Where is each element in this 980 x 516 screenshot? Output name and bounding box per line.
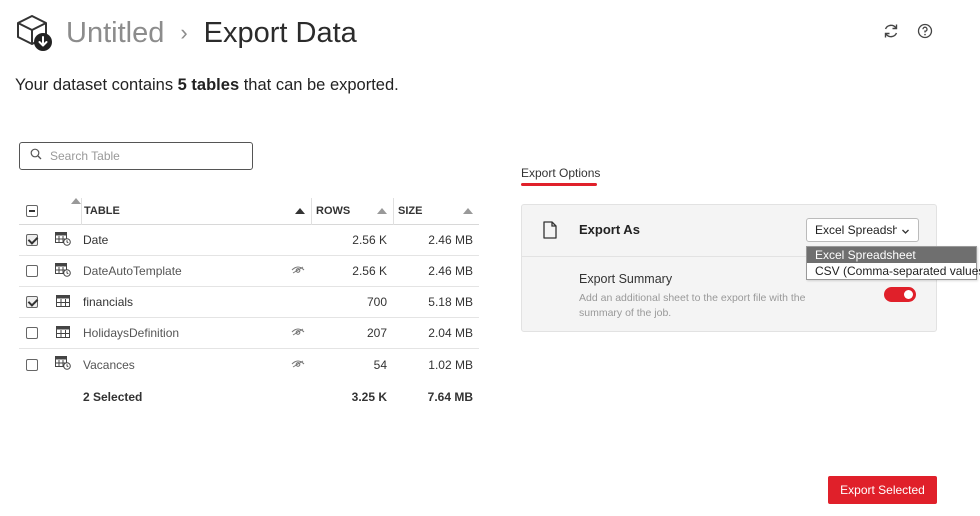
tab-active-indicator: [521, 183, 597, 186]
export-selected-button[interactable]: Export Selected: [828, 476, 937, 504]
hidden-eye-icon: [291, 326, 305, 340]
column-header-table[interactable]: TABLE: [84, 205, 120, 217]
export-summary-toggle[interactable]: [884, 287, 916, 302]
row-checkbox[interactable]: [26, 358, 38, 371]
table-rows-count: 700: [366, 295, 387, 309]
export-format-dropdown: Excel Spreadsheet CSV (Comma-separated v…: [806, 246, 980, 280]
dropdown-option-csv[interactable]: CSV (Comma-separated values): [807, 263, 980, 279]
table-size: 5.18 MB: [428, 295, 473, 309]
dataset-summary-text: Your dataset contains 5 tables that can …: [15, 76, 399, 95]
table-rows-count: 2.56 K: [352, 233, 387, 247]
table-row[interactable]: Date 2.56 K 2.46 MB: [19, 225, 479, 256]
column-header-size[interactable]: SIZE: [398, 205, 422, 217]
refresh-icon[interactable]: [882, 22, 900, 40]
sort-icon-table[interactable]: [295, 208, 305, 214]
chevron-down-icon: [901, 225, 910, 239]
hidden-eye-icon: [291, 358, 305, 372]
sort-icon-rows[interactable]: [377, 208, 387, 214]
total-size: 7.64 MB: [427, 390, 473, 404]
file-icon: [543, 221, 557, 244]
header: Untitled › Export Data: [14, 12, 357, 54]
help-icon[interactable]: [916, 22, 934, 40]
dropdown-option-excel[interactable]: Excel Spreadsheet: [807, 247, 976, 263]
search-input[interactable]: [50, 149, 230, 163]
sort-icon-type[interactable]: [71, 197, 81, 204]
date-table-icon: [55, 356, 71, 373]
date-table-icon: [55, 231, 71, 249]
table-rows-count: 207: [366, 326, 387, 340]
row-checkbox[interactable]: [26, 234, 38, 246]
summary-prefix: Your dataset contains: [15, 76, 178, 94]
table-size: 2.46 MB: [428, 233, 473, 247]
toggle-knob: [904, 290, 913, 299]
export-as-label: Export As: [579, 222, 640, 237]
breadcrumb-separator: ›: [180, 20, 188, 45]
export-format-value: Excel Spreadsheet: [815, 223, 897, 237]
table-rows-count: 54: [373, 357, 387, 372]
table-grid-icon: [56, 294, 70, 310]
tables-list: TABLE ROWS SIZE Date 2.56 K 2.46 MB Date…: [19, 197, 479, 414]
table-header: TABLE ROWS SIZE: [19, 197, 479, 225]
export-summary-title: Export Summary: [579, 272, 673, 286]
summary-count: 5 tables: [177, 76, 240, 94]
page-title: Export Data: [203, 16, 357, 49]
search-icon: [30, 147, 42, 165]
row-checkbox[interactable]: [26, 265, 38, 277]
table-size: 2.04 MB: [428, 326, 473, 340]
row-checkbox[interactable]: [26, 327, 38, 339]
table-grid-icon: [56, 325, 70, 341]
table-size: 1.02 MB: [428, 357, 473, 372]
date-table-icon: [55, 262, 71, 280]
dataset-box-icon: [14, 13, 54, 53]
export-summary-description: Add an additional sheet to the export fi…: [579, 292, 806, 319]
selected-count: 2 Selected: [83, 390, 143, 404]
table-name: Date: [83, 233, 109, 247]
breadcrumb-parent[interactable]: Untitled: [66, 17, 164, 50]
table-name: HolidaysDefinition: [83, 326, 180, 340]
table-name: financials: [83, 295, 134, 309]
row-checkbox[interactable]: [26, 296, 38, 308]
table-size: 2.46 MB: [428, 264, 473, 278]
table-footer: 2 Selected 3.25 K 7.64 MB: [19, 380, 479, 414]
table-row[interactable]: financials 700 5.18 MB: [19, 287, 479, 318]
table-row[interactable]: Vacances 54 1.02 MB: [19, 349, 479, 380]
table-name: DateAutoTemplate: [83, 264, 182, 278]
table-rows-count: 2.56 K: [352, 264, 387, 278]
table-name: Vacances: [83, 357, 135, 372]
sort-icon-size[interactable]: [463, 208, 473, 214]
summary-suffix: that can be exported.: [239, 76, 399, 94]
table-row[interactable]: HolidaysDefinition 207 2.04 MB: [19, 318, 479, 349]
select-all-checkbox[interactable]: [26, 205, 38, 217]
tab-export-options[interactable]: Export Options: [521, 166, 600, 180]
total-rows: 3.25 K: [351, 390, 387, 404]
hidden-eye-icon: [291, 264, 305, 278]
export-format-select[interactable]: Excel Spreadsheet: [806, 218, 919, 242]
table-row[interactable]: DateAutoTemplate 2.56 K 2.46 MB: [19, 256, 479, 287]
search-box[interactable]: [19, 142, 253, 170]
column-header-rows[interactable]: ROWS: [316, 205, 350, 217]
